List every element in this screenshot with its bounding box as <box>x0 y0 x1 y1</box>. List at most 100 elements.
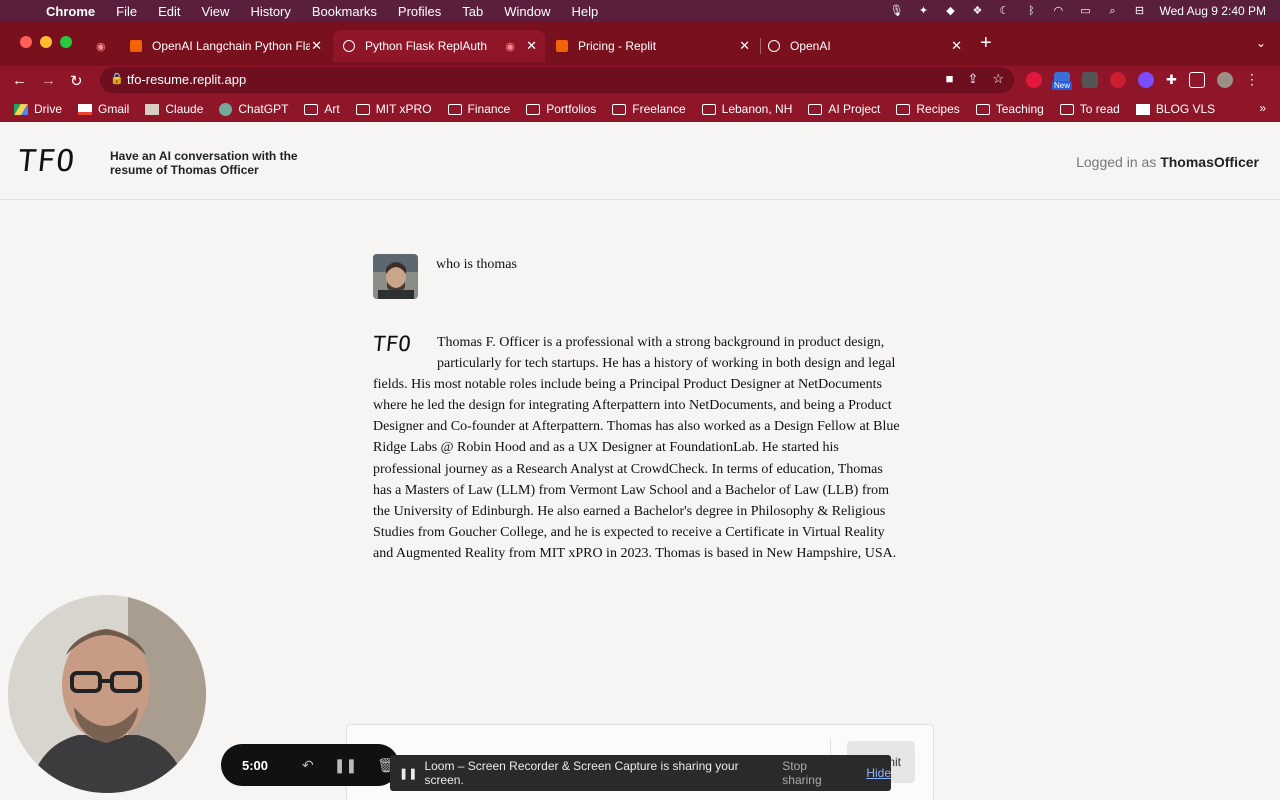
globe-favicon-icon <box>343 40 355 52</box>
puzzle-extensions-icon[interactable]: ✚ <box>1166 72 1177 88</box>
close-tab-icon[interactable]: ✕ <box>739 38 750 54</box>
user-message-text: who is thomas <box>436 257 517 272</box>
bookmark-drive[interactable]: Drive <box>14 102 62 116</box>
menu-history[interactable]: History <box>250 4 290 19</box>
url-text[interactable]: tfo-resume.replit.app <box>127 72 246 87</box>
bookmark-claude[interactable]: Claude <box>145 102 203 116</box>
microphone-icon[interactable]: 🎙 <box>889 5 904 17</box>
folder-icon <box>355 103 370 115</box>
new-tab-button[interactable]: + <box>980 32 992 55</box>
close-tab-icon[interactable]: ✕ <box>951 38 962 54</box>
address-bar-actions: ■ ⇪ ☆ <box>946 71 1004 87</box>
menu-edit[interactable]: Edit <box>158 4 180 19</box>
bluetooth-icon[interactable]: ᛒ <box>1024 5 1038 17</box>
menu-file[interactable]: File <box>116 4 137 19</box>
control-center-icon[interactable]: ⊟ <box>1132 5 1146 17</box>
recording-icon: ◉ <box>96 41 106 53</box>
replit-favicon-icon <box>130 40 142 52</box>
bookmark-freelance[interactable]: Freelance <box>612 102 686 116</box>
extension-new-icon[interactable]: New <box>1052 71 1073 90</box>
menu-window[interactable]: Window <box>504 4 550 19</box>
dropbox-icon[interactable]: ❖ <box>970 5 984 17</box>
reload-button[interactable]: ↻ <box>70 72 83 90</box>
share-icon[interactable]: ⇪ <box>967 71 978 87</box>
pause-icon[interactable]: ❚❚ <box>334 757 357 774</box>
minimize-window-button[interactable] <box>40 36 52 48</box>
tab-pricing-replit[interactable]: Pricing - Replit ✕ <box>546 30 758 62</box>
bookmark-portfolios[interactable]: Portfolios <box>526 102 596 116</box>
user-message: who is thomas <box>373 254 903 300</box>
moon-icon[interactable]: ☾ <box>997 5 1011 17</box>
bookmark-teaching[interactable]: Teaching <box>975 102 1044 116</box>
bot-message: TFO Thomas F. Officer is a professional … <box>372 332 903 564</box>
profile-avatar-icon[interactable] <box>1216 71 1233 88</box>
pinterest-icon[interactable] <box>1110 71 1126 88</box>
camera-icon[interactable]: ■ <box>946 71 954 87</box>
bookmarks-bar: Drive Gmail Claude ChatGPT Art MIT xPRO … <box>0 96 1280 122</box>
menu-tab[interactable]: Tab <box>462 4 483 19</box>
chrome-menu-icon[interactable]: ⋮ <box>1245 71 1259 88</box>
recording-timer: 5:00 <box>242 757 269 773</box>
tab-python-flask-replauth[interactable]: Python Flask ReplAuth ◉ ✕ <box>333 30 545 62</box>
bookmark-to-read[interactable]: To read <box>1059 102 1120 116</box>
chatgpt-icon <box>219 102 233 116</box>
tab-search-chevron-icon[interactable]: ⌄ <box>1256 36 1266 50</box>
bookmark-recipes[interactable]: Recipes <box>896 102 960 116</box>
undo-icon[interactable]: ↶ <box>302 757 314 774</box>
close-tab-icon[interactable]: ✕ <box>311 38 322 54</box>
hide-banner-link[interactable]: Hide <box>866 766 891 780</box>
bookmark-finance[interactable]: Finance <box>447 102 510 116</box>
webcam-bubble[interactable] <box>8 595 206 793</box>
menu-help[interactable]: Help <box>572 4 599 19</box>
bookmark-art[interactable]: Art <box>304 102 340 116</box>
bookmark-lebanon-nh[interactable]: Lebanon, NH <box>701 102 792 116</box>
extension-purple-icon[interactable] <box>1138 71 1154 88</box>
claude-icon <box>145 103 160 115</box>
menu-view[interactable]: View <box>201 4 229 19</box>
username: ThomasOfficer <box>1160 154 1259 170</box>
site-tagline: Have an AI conversation with the resume … <box>110 149 298 177</box>
close-window-button[interactable] <box>20 36 32 48</box>
bookmark-ai-project[interactable]: AI Project <box>808 102 880 116</box>
tab-openai[interactable]: OpenAI ✕ <box>758 30 970 62</box>
tab-title: OpenAI Langchain Python Flask <box>152 39 310 53</box>
site-logo[interactable]: TFO <box>16 144 77 179</box>
extension-dots-icon[interactable] <box>1082 71 1098 88</box>
menu-bookmarks[interactable]: Bookmarks <box>312 4 377 19</box>
clock[interactable]: Wed Aug 9 2:40 PM <box>1159 4 1266 18</box>
tab-openai-langchain[interactable]: OpenAI Langchain Python Flask ✕ <box>120 30 330 62</box>
fullscreen-window-button[interactable] <box>60 36 72 48</box>
bookmark-star-icon[interactable]: ☆ <box>992 71 1004 87</box>
extension-red-icon[interactable] <box>1026 71 1042 88</box>
forward-button[interactable]: → <box>41 72 56 89</box>
folder-icon <box>975 103 990 115</box>
close-tab-icon[interactable]: ✕ <box>526 38 537 54</box>
back-button[interactable]: ← <box>12 72 27 89</box>
bookmark-chatgpt[interactable]: ChatGPT <box>219 102 288 116</box>
bookmark-blog-vls[interactable]: BLOG VLS <box>1135 102 1215 116</box>
more-bookmarks-icon[interactable]: » <box>1259 101 1266 115</box>
folder-icon <box>896 103 911 115</box>
menu-profiles[interactable]: Profiles <box>398 4 441 19</box>
bookmark-mit-xpro[interactable]: MIT xPRO <box>355 102 432 116</box>
new-badge: New <box>1052 80 1073 90</box>
bot-message-text: Thomas F. Officer is a professional with… <box>373 335 900 561</box>
tab-title: Pricing - Replit <box>578 39 657 53</box>
bookmark-gmail[interactable]: Gmail <box>78 102 129 116</box>
side-panel-icon[interactable] <box>1188 71 1205 88</box>
wifi-icon[interactable]: ◠ <box>1051 5 1065 17</box>
stop-sharing-button[interactable]: Stop sharing <box>782 759 845 787</box>
folder-icon <box>447 103 462 115</box>
blog-icon <box>1135 103 1150 115</box>
search-icon[interactable]: ⌕ <box>1105 5 1119 17</box>
figma-icon[interactable]: ✦ <box>916 5 930 17</box>
lock-icon[interactable]: 🔒 <box>110 72 124 85</box>
replit-favicon-icon <box>556 40 568 52</box>
macos-menu-bar: Chrome File Edit View History Bookmarks … <box>0 0 1280 22</box>
folder-icon <box>808 103 823 115</box>
battery-icon[interactable]: ▭ <box>1078 5 1092 17</box>
address-bar[interactable]: 🔒 tfo-resume.replit.app ■ ⇪ ☆ <box>100 67 1014 93</box>
extension-status-icon[interactable]: ◆ <box>943 5 957 17</box>
folder-icon <box>612 103 627 115</box>
menu-app-name[interactable]: Chrome <box>46 4 95 19</box>
